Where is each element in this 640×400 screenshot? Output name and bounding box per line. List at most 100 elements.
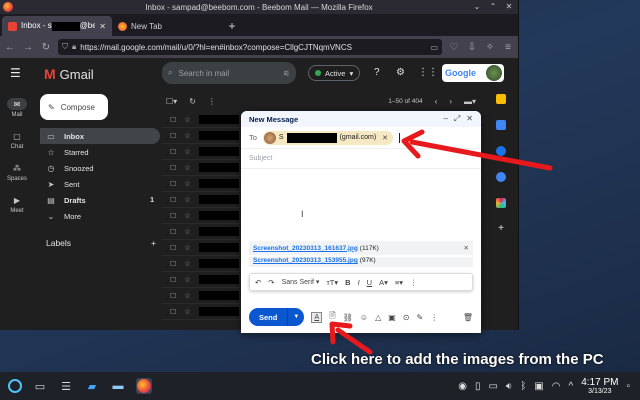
- checkbox-icon[interactable]: ☐: [170, 116, 176, 124]
- star-icon[interactable]: ☆: [184, 180, 190, 188]
- underline-icon[interactable]: U: [367, 278, 372, 287]
- status-dropdown[interactable]: Active ▾: [308, 65, 361, 81]
- forward-icon[interactable]: →: [22, 41, 34, 53]
- star-icon[interactable]: ☆: [184, 244, 190, 252]
- checkbox-icon[interactable]: ☐: [170, 244, 176, 252]
- to-field[interactable]: To S (gmail.com) ✕: [241, 127, 481, 149]
- close-icon[interactable]: ✕: [504, 1, 514, 12]
- confidential-mode-icon[interactable]: ⊙: [403, 313, 410, 322]
- maximize-icon[interactable]: ⌃: [488, 1, 498, 12]
- rail-item-spaces[interactable]: ⁂ Spaces: [0, 162, 34, 183]
- nav-item-sent[interactable]: ➤ Sent: [40, 176, 160, 192]
- calendar-icon[interactable]: [496, 94, 506, 104]
- hamburger-menu-icon[interactable]: ☰: [10, 66, 21, 80]
- message-body[interactable]: I: [241, 169, 481, 241]
- subject-field[interactable]: Subject: [241, 149, 481, 169]
- search-input[interactable]: ⌕ Search in mail ⚟: [162, 62, 296, 84]
- volume-icon[interactable]: 🔉︎: [506, 381, 512, 392]
- search-options-icon[interactable]: ⚟: [283, 69, 290, 78]
- tab-inbox[interactable]: Inbox - s @beebom ✕: [2, 16, 112, 36]
- gmail-logo[interactable]: M Gmail: [44, 66, 94, 82]
- star-icon[interactable]: ☆: [184, 164, 190, 172]
- recipient-chip[interactable]: S (gmail.com) ✕: [262, 130, 394, 145]
- checkbox-icon[interactable]: ☐: [170, 292, 176, 300]
- more-formatting-icon[interactable]: ⋮: [410, 278, 418, 287]
- battery-icon[interactable]: ▭: [489, 381, 498, 392]
- app-launcher-icon[interactable]: [8, 379, 22, 393]
- more-vert-icon[interactable]: ⋮: [208, 97, 216, 106]
- undo-icon[interactable]: ↶: [255, 278, 261, 287]
- show-desktop-icon[interactable]: ▫: [626, 381, 630, 392]
- checkbox-icon[interactable]: ☐: [170, 148, 176, 156]
- drive-icon[interactable]: △: [375, 313, 381, 322]
- bold-icon[interactable]: B: [345, 278, 350, 287]
- close-icon[interactable]: ✕: [466, 114, 473, 124]
- signature-icon[interactable]: ✎: [416, 313, 423, 322]
- checkbox-icon[interactable]: ☐: [170, 260, 176, 268]
- nav-item-more[interactable]: ⌄ More: [40, 208, 160, 224]
- tray-expand-icon[interactable]: ^: [569, 381, 574, 392]
- star-icon[interactable]: ☆: [184, 196, 190, 204]
- star-icon[interactable]: ☆: [184, 212, 190, 220]
- send-button[interactable]: Send ▼: [249, 308, 305, 326]
- keep-icon[interactable]: [496, 120, 506, 130]
- tab-new-tab[interactable]: New Tab: [112, 16, 222, 36]
- bluetooth-icon[interactable]: ᛒ: [520, 381, 526, 392]
- italic-icon[interactable]: I: [358, 278, 360, 287]
- star-icon[interactable]: ☆: [184, 292, 190, 300]
- remove-recipient-icon[interactable]: ✕: [382, 134, 388, 142]
- star-icon[interactable]: ☆: [184, 260, 190, 268]
- url-bar[interactable]: ⛉ 🔒︎ https://mail.google.com/mail/u/0/?h…: [58, 39, 442, 55]
- steam-icon[interactable]: ◉: [458, 381, 467, 392]
- menu-icon[interactable]: ≡: [502, 41, 514, 53]
- checkbox-icon[interactable]: ☐: [170, 308, 176, 316]
- attachment-name[interactable]: Screenshot_20230313_161637.jpg: [253, 245, 358, 252]
- discard-draft-icon[interactable]: 🗑︎: [463, 313, 473, 322]
- star-icon[interactable]: ☆: [184, 228, 190, 236]
- text-color-icon[interactable]: A▾: [379, 278, 388, 287]
- formatting-options-icon[interactable]: A: [311, 311, 323, 323]
- attach-files-icon[interactable]: 🗎︎: [329, 310, 335, 324]
- system-settings-icon[interactable]: ▭: [32, 378, 48, 394]
- minimize-icon[interactable]: –: [443, 114, 447, 124]
- wifi-icon[interactable]: ◠: [552, 381, 561, 392]
- new-tab-button[interactable]: +: [222, 16, 242, 36]
- slack-icon[interactable]: [496, 198, 506, 208]
- store-icon[interactable]: ▰: [84, 378, 100, 394]
- back-icon[interactable]: ←: [4, 41, 16, 53]
- refresh-icon[interactable]: ↻: [189, 97, 196, 106]
- account-button[interactable]: Google: [442, 64, 504, 82]
- nav-item-drafts[interactable]: ▤ Drafts 1: [40, 192, 160, 208]
- rail-item-mail[interactable]: ✉ Mail: [0, 98, 34, 118]
- contacts-icon[interactable]: [496, 172, 506, 182]
- attachment-name[interactable]: Screenshot_20230313_153955.jpg: [253, 257, 358, 264]
- schedule-send-icon[interactable]: ▼: [287, 308, 304, 326]
- checkbox-icon[interactable]: ☐: [170, 212, 176, 220]
- rail-item-chat[interactable]: ▢ Chat: [0, 130, 34, 151]
- star-icon[interactable]: ☆: [184, 132, 190, 140]
- storage-icon[interactable]: ▣: [534, 381, 543, 392]
- star-icon[interactable]: ☆: [184, 148, 190, 156]
- text-size-icon[interactable]: ᴛT▾: [326, 278, 338, 287]
- settings-gear-icon[interactable]: ⚙: [396, 67, 405, 78]
- add-addon-icon[interactable]: +: [496, 224, 506, 234]
- mixer-icon[interactable]: ☰: [58, 378, 74, 394]
- select-all-checkbox-icon[interactable]: ☐▾: [166, 97, 177, 106]
- tasks-icon[interactable]: [496, 146, 506, 156]
- font-select[interactable]: Sans Serif ▾: [282, 278, 320, 286]
- next-page-icon[interactable]: ›: [449, 97, 452, 106]
- star-icon[interactable]: ☆: [184, 276, 190, 284]
- fullscreen-icon[interactable]: ⤢: [454, 114, 460, 124]
- checkbox-icon[interactable]: ☐: [170, 196, 176, 204]
- nav-item-starred[interactable]: ☆ Starred: [40, 144, 160, 160]
- pocket-icon[interactable]: ♡: [448, 41, 460, 53]
- align-icon[interactable]: ≡▾: [395, 278, 403, 287]
- nav-item-snoozed[interactable]: ◷ Snoozed: [40, 160, 160, 176]
- checkbox-icon[interactable]: ☐: [170, 276, 176, 284]
- add-label-icon[interactable]: +: [151, 238, 156, 248]
- help-icon[interactable]: ?: [374, 67, 380, 78]
- reload-icon[interactable]: ↻: [40, 41, 52, 53]
- prev-page-icon[interactable]: ‹: [435, 97, 438, 106]
- tab-close-icon[interactable]: ✕: [99, 22, 106, 31]
- compose-button[interactable]: ✎ Compose: [40, 94, 108, 120]
